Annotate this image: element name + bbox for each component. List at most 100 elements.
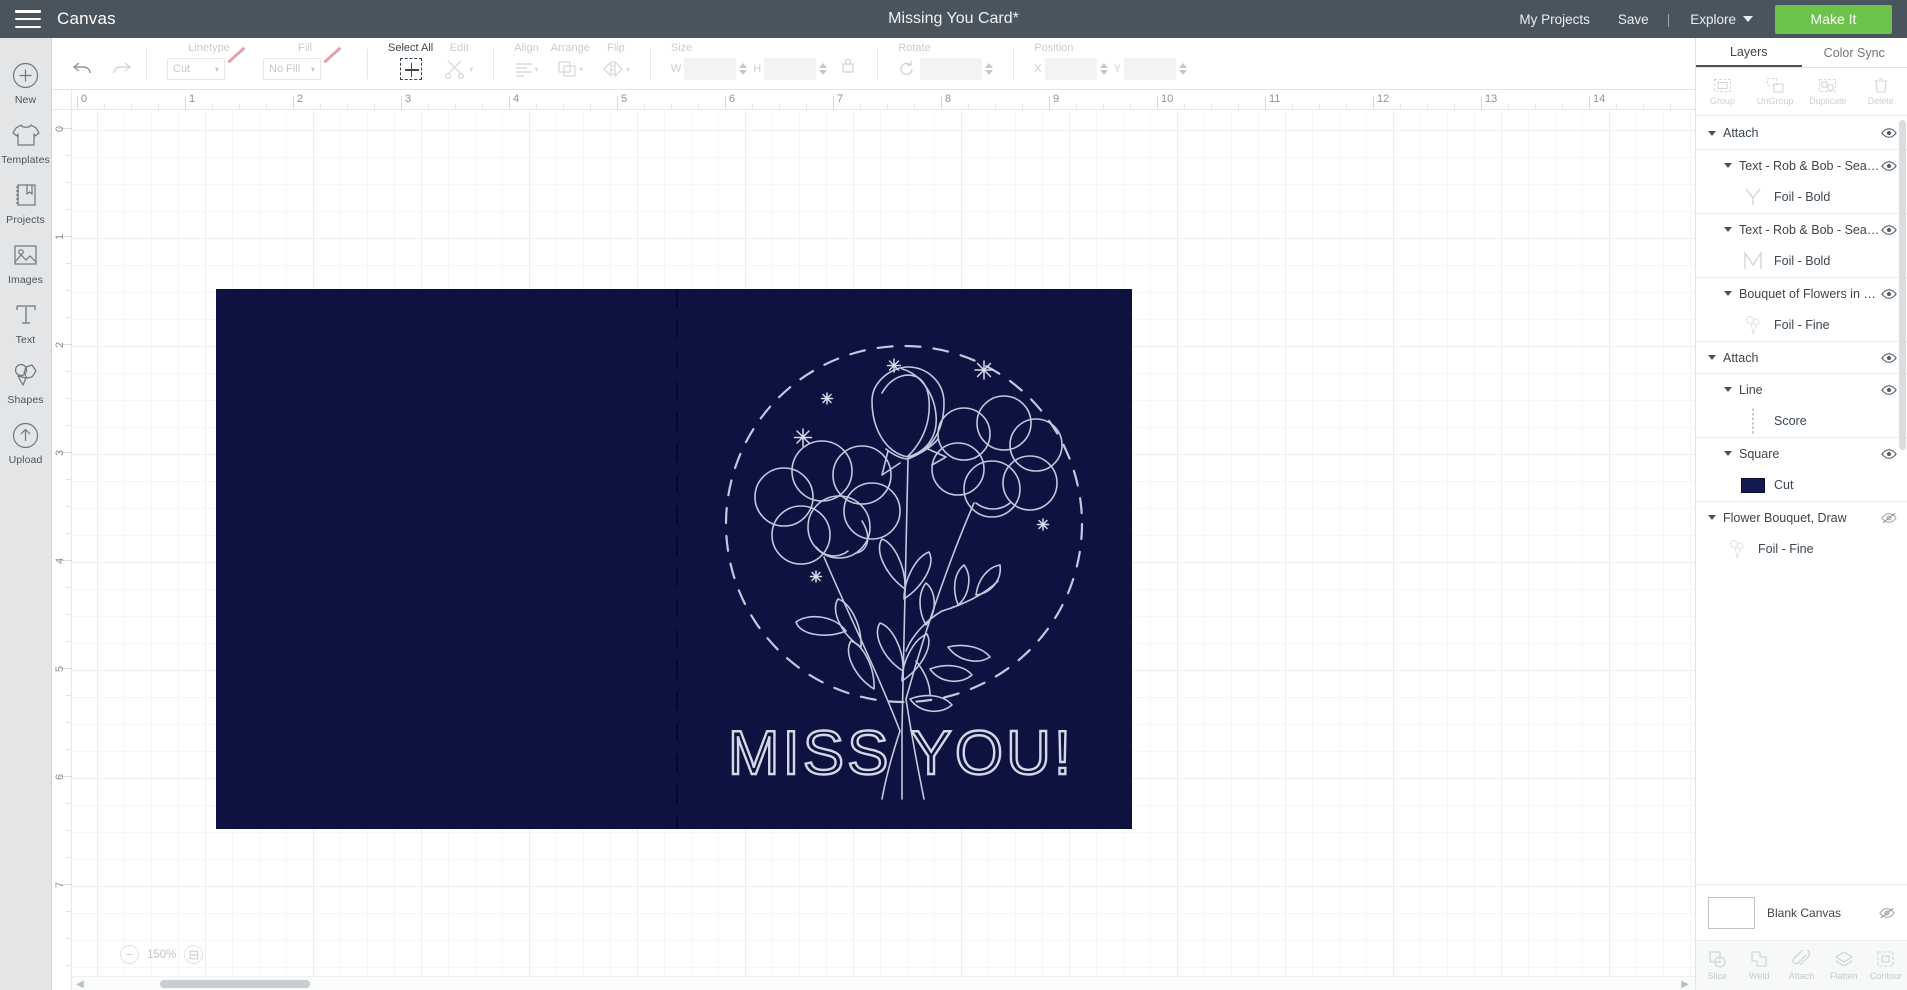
ungroup-button[interactable]: UnGroup xyxy=(1749,68,1802,115)
layer-group-row[interactable]: Line xyxy=(1696,373,1907,405)
eye-visible-icon[interactable] xyxy=(1881,160,1897,172)
flip-control[interactable]: Flip ▾ xyxy=(596,38,636,82)
caret-down-icon[interactable] xyxy=(1724,227,1732,232)
rotate-stepper[interactable] xyxy=(985,63,994,75)
bouquet-artwork[interactable]: MISS YOU! xyxy=(696,299,1116,819)
fill-select[interactable]: No Fill ▾ xyxy=(263,58,321,80)
scroll-right-icon[interactable]: ▶ xyxy=(1681,979,1689,990)
layer-group-row[interactable]: Text - Rob & Bob - Seaside xyxy=(1696,149,1907,181)
horizontal-scroll-thumb[interactable] xyxy=(160,980,310,988)
caret-down-icon[interactable] xyxy=(1724,291,1732,296)
rail-item-text[interactable]: Text xyxy=(0,292,52,352)
hamburger-menu-icon[interactable] xyxy=(15,10,41,28)
caret-down-icon[interactable] xyxy=(1724,163,1732,168)
size-width-field[interactable]: W xyxy=(671,58,748,80)
caret-down-icon[interactable] xyxy=(1708,355,1716,360)
position-y-label: Y xyxy=(1113,63,1121,75)
caret-down-icon[interactable] xyxy=(1708,515,1716,520)
score-line[interactable] xyxy=(676,289,678,829)
layer-operation-row[interactable]: Foil - Fine xyxy=(1696,533,1907,565)
rail-item-new[interactable]: New xyxy=(0,52,52,112)
layer-operation-row[interactable]: Foil - Bold xyxy=(1696,245,1907,277)
linetype-select[interactable]: Cut ▾ xyxy=(167,58,225,80)
caret-down-icon[interactable] xyxy=(1724,451,1732,456)
layer-group-row[interactable]: Text - Rob & Bob - Seaside xyxy=(1696,213,1907,245)
contour-button[interactable]: Contour xyxy=(1865,941,1907,990)
layer-group-row[interactable]: Attach xyxy=(1696,341,1907,373)
layer-group-row[interactable]: Bouquet of Flowers in Cir... xyxy=(1696,277,1907,309)
layer-operation-row[interactable]: Foil - Fine xyxy=(1696,309,1907,341)
size-height-field[interactable]: H xyxy=(753,58,828,80)
weld-icon xyxy=(1751,951,1767,967)
blank-canvas-row[interactable]: Blank Canvas xyxy=(1696,884,1907,940)
blank-canvas-visibility-icon[interactable] xyxy=(1879,907,1895,919)
scroll-left-icon[interactable]: ◀ xyxy=(76,979,84,990)
position-x-field[interactable]: X xyxy=(1034,58,1108,80)
rail-item-projects[interactable]: Projects xyxy=(0,172,52,232)
undo-icon[interactable] xyxy=(72,60,94,83)
eye-hidden-icon[interactable] xyxy=(1881,512,1897,524)
size-w-stepper[interactable] xyxy=(739,63,748,75)
edit-control[interactable]: Edit ▾ xyxy=(439,38,479,82)
weld-button[interactable]: Weld xyxy=(1738,941,1780,990)
main-toolbar: Linetype Cut ▾ Fill No Fill ▾ Select All… xyxy=(52,38,1907,90)
layer-operation-row[interactable]: Score xyxy=(1696,405,1907,437)
layer-group-row[interactable]: Square xyxy=(1696,437,1907,469)
position-x-stepper[interactable] xyxy=(1099,63,1108,75)
eye-visible-icon[interactable] xyxy=(1881,384,1897,396)
position-y-field[interactable]: Y xyxy=(1114,58,1187,80)
size-h-stepper[interactable] xyxy=(819,63,828,75)
make-it-button[interactable]: Make It xyxy=(1775,4,1892,34)
attach-button[interactable]: Attach xyxy=(1780,941,1822,990)
flatten-button[interactable]: Flatten xyxy=(1823,941,1865,990)
eye-visible-icon[interactable] xyxy=(1881,224,1897,236)
fill-label: Fill xyxy=(297,42,313,54)
rail-item-templates[interactable]: Templates xyxy=(0,112,52,172)
zoom-out-button[interactable]: − xyxy=(120,945,139,964)
layers-scrollbar[interactable] xyxy=(1899,120,1906,878)
select-all-control[interactable]: Select All xyxy=(382,38,439,82)
duplicate-button[interactable]: Duplicate xyxy=(1802,68,1855,115)
eye-visible-icon[interactable] xyxy=(1881,352,1897,364)
tab-layers[interactable]: Layers xyxy=(1696,38,1802,67)
layer-operation-row[interactable]: Foil - Bold xyxy=(1696,181,1907,213)
size-h-input[interactable] xyxy=(764,58,817,80)
explore-dropdown[interactable]: Explore xyxy=(1674,12,1763,27)
position-y-input[interactable] xyxy=(1123,58,1176,80)
size-w-input[interactable] xyxy=(684,58,737,80)
linetype-color-swatch[interactable] xyxy=(225,58,251,80)
redo-icon[interactable] xyxy=(110,60,132,83)
eye-visible-icon[interactable] xyxy=(1881,127,1897,139)
my-projects-link[interactable]: My Projects xyxy=(1505,12,1604,27)
layer-group-row[interactable]: Flower Bouquet, Draw xyxy=(1696,501,1907,533)
lock-aspect-icon[interactable] xyxy=(833,57,863,77)
position-y-stepper[interactable] xyxy=(1178,63,1187,75)
fill-color-swatch[interactable] xyxy=(321,58,347,80)
eye-visible-icon[interactable] xyxy=(1881,448,1897,460)
zoom-fit-button[interactable]: ⊟ xyxy=(184,945,204,964)
save-button[interactable]: Save xyxy=(1604,12,1663,27)
align-control[interactable]: Align ▾ xyxy=(508,38,544,82)
layers-list[interactable]: Attach Text - Rob & Bob - Seaside Foil - B… xyxy=(1696,117,1907,880)
group-button[interactable]: Group xyxy=(1696,68,1749,115)
layers-scroll-thumb[interactable] xyxy=(1899,120,1906,450)
layer-operation-row[interactable]: Cut xyxy=(1696,469,1907,501)
chevron-down-icon: ▾ xyxy=(214,64,219,74)
slice-button[interactable]: Slice xyxy=(1696,941,1738,990)
ruler-h-tick-label: 5 xyxy=(621,93,628,105)
card-artboard[interactable]: MISS YOU! xyxy=(216,289,1132,829)
rail-item-images[interactable]: Images xyxy=(0,232,52,292)
rail-item-shapes[interactable]: Shapes xyxy=(0,352,52,412)
caret-down-icon[interactable] xyxy=(1724,387,1732,392)
rotate-input[interactable] xyxy=(920,58,983,80)
horizontal-scrollbar[interactable]: ◀ ▶ xyxy=(72,976,1695,990)
tab-color-sync[interactable]: Color Sync xyxy=(1802,38,1907,67)
canvas-area[interactable]: MISS YOU! 0 1 2 3 4 5 6 7 8 9 10 11 12 13 14 01234567 … xyxy=(52,90,1695,990)
layer-group-row[interactable]: Attach xyxy=(1696,117,1907,149)
eye-visible-icon[interactable] xyxy=(1881,288,1897,300)
caret-down-icon[interactable] xyxy=(1708,130,1716,136)
rail-item-upload[interactable]: Upload xyxy=(0,412,52,472)
position-x-input[interactable] xyxy=(1044,58,1097,80)
delete-button[interactable]: Delete xyxy=(1854,68,1907,115)
arrange-control[interactable]: Arrange ▾ xyxy=(545,38,596,82)
